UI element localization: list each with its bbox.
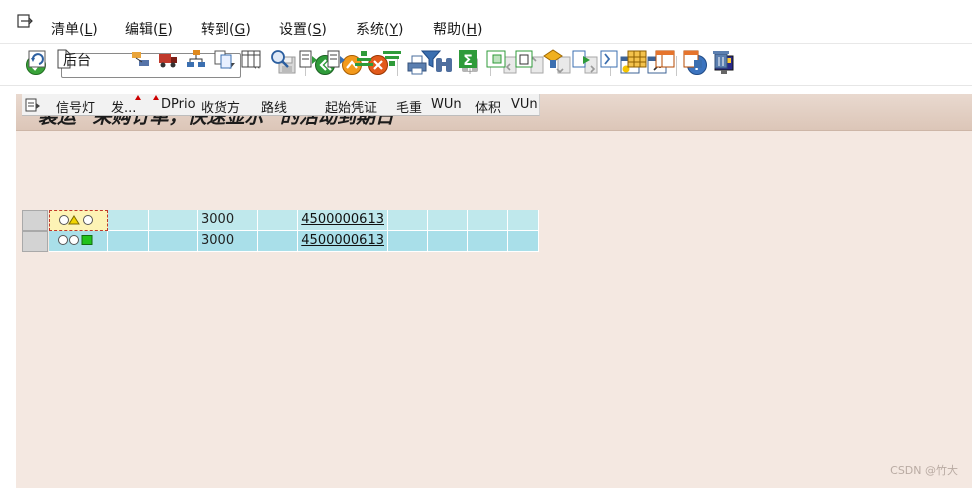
menu-goto[interactable]: 转到(G)	[201, 19, 251, 39]
traffic-light-yellow-icon	[59, 215, 93, 225]
traffic-light-cell	[49, 210, 108, 231]
column-header-volume[interactable]: 体积	[475, 97, 501, 116]
table-cell: 3000	[198, 210, 258, 231]
background-button[interactable]: 后台	[63, 50, 91, 70]
table-cell	[388, 210, 428, 231]
traffic-light-green-icon	[58, 235, 93, 245]
grid-header: 信号灯 发... DPrio 收货方 路线 起始凭证 毛重 WUn 体积 VUn	[22, 94, 540, 116]
choose-layout-icon[interactable]	[654, 48, 676, 70]
menu-edit[interactable]: 编辑(E)	[125, 19, 173, 39]
select-all-icon[interactable]	[25, 97, 41, 113]
subtotal-icon[interactable]	[485, 48, 507, 70]
save-layout-icon[interactable]	[682, 48, 704, 70]
sort-descending-icon[interactable]	[325, 48, 347, 70]
main-area: 装运 "采购订单，快速显示" 的活动到期日	[16, 94, 972, 488]
table-cell	[149, 231, 198, 252]
sort-ascending-icon[interactable]	[297, 48, 319, 70]
column-header-ref-doc[interactable]: 起始凭证	[325, 97, 377, 116]
sum-icon[interactable]: Σ	[457, 48, 479, 70]
copy-icon[interactable]	[212, 48, 234, 70]
expand-icon[interactable]	[353, 48, 375, 70]
column-header-ship-point[interactable]: 发...	[111, 97, 136, 116]
change-selection-icon[interactable]	[130, 48, 152, 70]
column-header-volume-unit[interactable]: VUn	[511, 97, 538, 112]
alv-toolbar	[16, 131, 972, 171]
reference-document-link[interactable]: 4500000613	[298, 210, 388, 231]
svg-text:Σ: Σ	[463, 53, 473, 69]
delete-icon[interactable]	[710, 48, 732, 70]
refresh-icon[interactable]	[26, 48, 48, 70]
menu-list[interactable]: 清单(L)	[51, 19, 98, 39]
table-cell	[258, 231, 298, 252]
table-cell	[508, 231, 539, 252]
table-cell	[468, 231, 508, 252]
system-menu-icon[interactable]	[17, 14, 33, 28]
column-header-dprio[interactable]: DPrio	[161, 97, 196, 112]
sort-indicator-icon	[153, 95, 159, 100]
table-cell: 3000	[198, 231, 258, 252]
table-cell	[258, 210, 298, 231]
table-cell	[508, 210, 539, 231]
watermark: CSDN @竹大	[890, 464, 958, 477]
export-icon[interactable]	[542, 48, 564, 70]
traffic-light-cell	[49, 231, 108, 252]
column-header-light[interactable]: 信号灯	[56, 97, 95, 116]
column-header-ship-to[interactable]: 收货方	[201, 97, 240, 116]
detail-icon[interactable]	[269, 48, 291, 70]
word-processing-icon[interactable]	[598, 48, 620, 70]
table-cell	[108, 210, 149, 231]
menu-system[interactable]: 系统(Y)	[356, 19, 404, 39]
table-cell	[428, 210, 468, 231]
collapse-icon[interactable]	[381, 48, 403, 70]
filter-icon[interactable]	[420, 48, 442, 70]
sort-indicator-icon	[135, 95, 141, 100]
table-cell	[108, 231, 149, 252]
table-cell	[149, 210, 198, 231]
column-header-route[interactable]: 路线	[261, 97, 287, 116]
column-header-gross-weight[interactable]: 毛重	[396, 97, 422, 116]
hierarchy-icon[interactable]	[185, 48, 207, 70]
table-cell	[428, 231, 468, 252]
menu-settings[interactable]: 设置(S)	[279, 19, 327, 39]
menu-help[interactable]: 帮助(H)	[433, 19, 482, 39]
table-icon[interactable]	[240, 48, 262, 70]
reference-document-link[interactable]: 4500000613	[298, 231, 388, 252]
print-preview-icon[interactable]	[513, 48, 535, 70]
row-selector[interactable]	[22, 210, 48, 231]
column-header-weight-unit[interactable]: WUn	[431, 97, 462, 112]
table-cell	[468, 210, 508, 231]
truck-icon[interactable]	[157, 48, 179, 70]
menu-bar: 清单(L) 编辑(E) 转到(G) 设置(S) 系统(Y) 帮助(H)	[0, 0, 972, 44]
layout-grid-icon[interactable]	[626, 48, 648, 70]
table-cell	[388, 231, 428, 252]
spreadsheet-icon[interactable]	[570, 48, 592, 70]
row-selector[interactable]	[22, 231, 48, 252]
